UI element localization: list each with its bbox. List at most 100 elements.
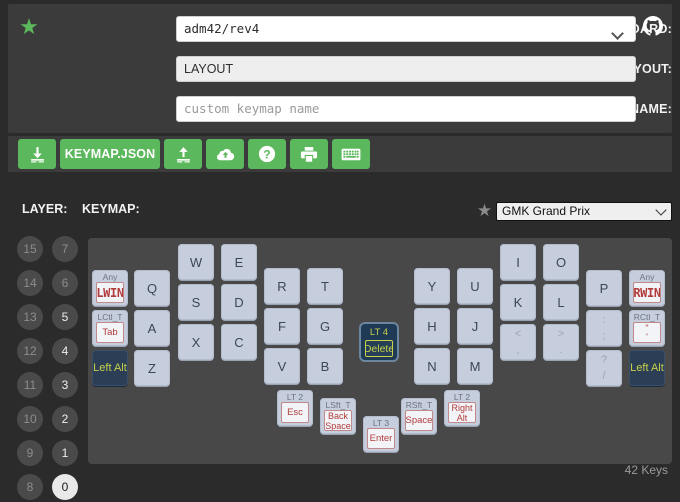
key-legend: W [189, 254, 203, 270]
key-modifier-label: LT 4 [369, 328, 389, 338]
layer-button-3[interactable]: 3 [52, 372, 78, 398]
key-legend-base: . [559, 344, 563, 356]
key-any-rwin[interactable]: Any RWIN [629, 270, 665, 306]
keyboard-select[interactable]: adm42/rev4 [176, 16, 636, 42]
key-o[interactable]: O [543, 244, 579, 280]
key-any-lwin[interactable]: Any LWIN [92, 270, 128, 306]
key-g[interactable]: G [307, 308, 343, 344]
github-icon[interactable] [643, 16, 663, 36]
help-button[interactable]: ? [248, 139, 286, 169]
keycap-set-select[interactable]: GMK Grand Prix [496, 202, 672, 221]
key-lt-2-esc[interactable]: LT 2 Esc [277, 390, 313, 426]
key-x[interactable]: X [178, 324, 214, 360]
key-v[interactable]: V [264, 348, 300, 384]
download-keymap-button[interactable] [18, 139, 56, 169]
layout-field-row: LAYOUT: LAYOUT [8, 56, 672, 119]
key-j[interactable]: J [457, 308, 493, 344]
cloud-compile-button[interactable] [206, 139, 244, 169]
layer-button-1[interactable]: 1 [52, 440, 78, 466]
key-n[interactable]: N [414, 348, 450, 384]
key-t[interactable]: T [307, 268, 343, 304]
key-l[interactable]: L [543, 284, 579, 320]
key-lt-3-enter[interactable]: LT 3 Enter [363, 416, 399, 452]
key-legend-shifted: > [557, 328, 565, 340]
key-lsft-t-back-space[interactable]: LSft_T Back Space [320, 398, 356, 434]
key-legend-base: , [516, 344, 520, 356]
key-;[interactable]: :; [586, 310, 622, 346]
key-i[interactable]: I [500, 244, 536, 280]
print-button[interactable] [290, 139, 328, 169]
keymap-json-button[interactable]: KEYMAP.JSON [60, 139, 160, 169]
key-w[interactable]: W [178, 244, 214, 280]
layer-button-0[interactable]: 0 [52, 474, 78, 500]
keymap-canvas[interactable]: Any LWIN LCtl_T Tab Left Alt Q A Z W S X E D C R F V T G B L… [88, 238, 672, 464]
key-legend: O [555, 254, 567, 270]
key-tap-legend: Back Space [324, 410, 352, 431]
layer-button-4[interactable]: 4 [52, 338, 78, 364]
key-lt-2-right-alt[interactable]: LT 2 Right Alt [444, 390, 480, 426]
layer-button-11[interactable]: 11 [17, 372, 43, 398]
key-legend: G [319, 318, 331, 334]
key-lctl-t-tab[interactable]: LCtl_T Tab [92, 310, 128, 346]
key-lt-4-delete[interactable]: LT 4 Delete [361, 324, 397, 360]
key-f[interactable]: F [264, 308, 300, 344]
key-tap-legend: " ' [633, 322, 661, 343]
layer-button-12[interactable]: 12 [17, 338, 43, 364]
key-q[interactable]: Q [134, 270, 170, 306]
key-left-alt[interactable]: Left Alt [92, 350, 128, 386]
key-,[interactable]: <, [500, 324, 536, 360]
layout-select[interactable]: LAYOUT [176, 56, 636, 82]
key-modifier-label: Any [102, 272, 118, 282]
key-d[interactable]: D [221, 284, 257, 320]
key-legend: M [469, 358, 481, 374]
key-legend: V [277, 358, 287, 374]
layer-button-8[interactable]: 8 [17, 474, 43, 500]
layer-button-9[interactable]: 9 [17, 440, 43, 466]
key-y[interactable]: Y [414, 268, 450, 304]
layer-button-6[interactable]: 6 [52, 270, 78, 296]
key-m[interactable]: M [457, 348, 493, 384]
chevron-down-icon[interactable] [655, 203, 667, 216]
key-z[interactable]: Z [134, 350, 170, 386]
key-legend-shifted: " [645, 323, 649, 333]
upload-keymap-button[interactable] [164, 139, 202, 169]
key-e[interactable]: E [221, 244, 257, 280]
key-left-alt[interactable]: Left Alt [629, 350, 665, 386]
key-r[interactable]: R [264, 268, 300, 304]
key-u[interactable]: U [457, 268, 493, 304]
layer-button-5[interactable]: 5 [52, 304, 78, 330]
key-legend-base: ' [646, 332, 648, 342]
key-tap-legend: Delete [365, 340, 393, 357]
key-/[interactable]: ? / [586, 350, 622, 386]
key-k[interactable]: K [500, 284, 536, 320]
keymap-label: KEYMAP: [82, 202, 140, 216]
key-rsft-t-space[interactable]: RSft_T Space [401, 398, 437, 434]
key-legend: I [516, 254, 520, 270]
download-icon [29, 146, 46, 163]
key-tap-legend: Enter [367, 428, 395, 449]
layer-button-13[interactable]: 13 [17, 304, 43, 330]
layer-button-15[interactable]: 15 [17, 236, 43, 262]
key-legend-shifted: ? [600, 354, 608, 366]
key-rctl-t-quote[interactable]: RCtl_T " ' [629, 310, 665, 346]
key-legend: U [470, 278, 480, 294]
key-b[interactable]: B [307, 348, 343, 384]
layer-button-7[interactable]: 7 [52, 236, 78, 262]
star-icon[interactable]: ★ [476, 202, 493, 219]
key-c[interactable]: C [221, 324, 257, 360]
key-legend: L [557, 294, 565, 310]
key-p[interactable]: P [586, 270, 622, 306]
layer-button-14[interactable]: 14 [17, 270, 43, 296]
layer-button-2[interactable]: 2 [52, 406, 78, 432]
upload-icon [175, 146, 192, 163]
keyboard-tester-button[interactable] [332, 139, 370, 169]
keyboard-icon [341, 147, 361, 162]
key-a[interactable]: A [134, 310, 170, 346]
layer-button-10[interactable]: 10 [17, 406, 43, 432]
key-.[interactable]: >. [543, 324, 579, 360]
key-modifier-label: RSft_T [405, 400, 433, 410]
key-legend: N [427, 358, 437, 374]
keymap-name-input[interactable]: custom keymap name [176, 96, 636, 122]
key-s[interactable]: S [178, 284, 214, 320]
key-h[interactable]: H [414, 308, 450, 344]
